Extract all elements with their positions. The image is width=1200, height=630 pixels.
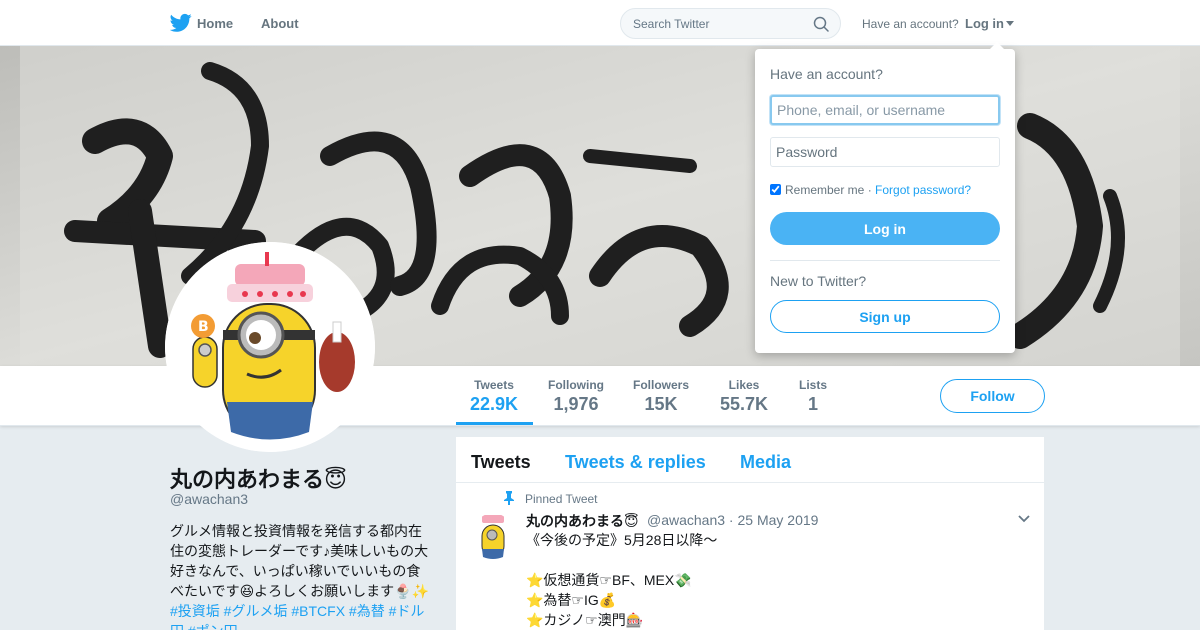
password-field[interactable] (770, 137, 1000, 167)
tab-tweets-and-replies[interactable]: Tweets & replies (565, 452, 706, 473)
nav-home-link[interactable]: Home (197, 16, 233, 31)
bio-hashtags[interactable]: #投資垢 #グルメ垢 #BTCFX #為替 #ドル円 #ポン円 (170, 603, 424, 630)
stat-label: Lists (798, 378, 827, 392)
login-toggle-label: Log in (965, 16, 1004, 31)
profile-name[interactable]: 丸の内あわまる😇 (170, 462, 347, 494)
minion-avatar-image: B (165, 242, 375, 452)
chevron-down-icon (1006, 21, 1014, 26)
tweet-author-meta[interactable]: @awachan3 · 25 May 2019 (647, 512, 818, 528)
stat-value: 15K (644, 394, 678, 414)
search-box (620, 8, 841, 39)
dropdown-arrow (989, 42, 1005, 50)
pinned-tweet-label: Pinned Tweet (525, 492, 598, 506)
svg-text:B: B (198, 319, 209, 335)
bio-text: グルメ情報と投資情報を発信する都内在住の変態トレーダーです♪美味しいもの大好きな… (170, 523, 430, 599)
tweet-author-name[interactable]: 丸の内あわまる😇 (526, 511, 639, 531)
new-to-twitter-text: New to Twitter? (770, 273, 867, 289)
timeline-tabs: Tweets Tweets & replies Media (456, 437, 1044, 483)
login-dropdown-toggle[interactable]: Log in (965, 16, 1014, 31)
twitter-bird-icon[interactable] (170, 13, 192, 33)
minion-avatar-small (472, 513, 514, 561)
search-icon[interactable] (813, 16, 829, 32)
separator-dot: · (864, 183, 876, 197)
active-stat-underline (456, 422, 533, 425)
tweet-text: 《今後の予定》5月28日以降〜 ⭐️仮想通貨☞BF、MEX💸 ⭐️為替☞IG💰 … (526, 532, 718, 628)
stat-tweets[interactable]: Tweets 22.9K (466, 378, 522, 415)
stat-label: Tweets (474, 378, 514, 392)
stat-value: 1 (807, 394, 818, 414)
remember-row: Remember me · Forgot password? (770, 183, 971, 197)
stat-value: 22.9K (469, 394, 519, 414)
stat-label: Followers (632, 378, 689, 392)
signup-button[interactable]: Sign up (770, 300, 1000, 333)
stat-lists[interactable]: Lists 1 (796, 378, 830, 415)
stat-label: Following (548, 378, 604, 392)
profile-avatar[interactable]: B (165, 242, 375, 452)
remember-me-label[interactable]: Remember me (785, 183, 864, 197)
nav-about-link[interactable]: About (261, 16, 299, 31)
stat-followers[interactable]: Followers 15K (631, 378, 691, 415)
pin-icon (504, 491, 514, 505)
login-dropdown-title: Have an account? (770, 66, 883, 82)
divider (770, 260, 1000, 261)
username-field[interactable] (770, 95, 1000, 125)
forgot-password-link[interactable]: Forgot password? (875, 183, 971, 197)
login-dropdown: Have an account? Remember me · Forgot pa… (755, 42, 1015, 353)
stat-label: Likes (728, 378, 760, 392)
stat-following[interactable]: Following 1,976 (546, 378, 606, 415)
profile-bio: グルメ情報と投資情報を発信する都内在住の変態トレーダーです♪美味しいもの大好きな… (170, 521, 432, 630)
follow-button[interactable]: Follow (940, 379, 1045, 413)
timeline: Tweets Tweets & replies Media Pinned Twe… (456, 437, 1044, 630)
remember-me-checkbox[interactable] (770, 184, 781, 195)
tab-media[interactable]: Media (740, 452, 791, 473)
tab-tweets[interactable]: Tweets (471, 452, 531, 473)
top-navigation-bar: Home About Have an account? Log in (0, 0, 1200, 46)
stat-value: 1,976 (553, 394, 599, 414)
tweet-author-avatar[interactable] (472, 513, 514, 561)
login-button[interactable]: Log in (770, 212, 1000, 245)
search-input[interactable] (633, 9, 808, 38)
profile-handle[interactable]: @awachan3 (170, 491, 248, 507)
stat-value: 55.7K (719, 394, 769, 414)
have-account-text: Have an account? (862, 17, 959, 31)
chevron-down-icon[interactable] (1018, 515, 1030, 523)
stat-likes[interactable]: Likes 55.7K (716, 378, 772, 415)
